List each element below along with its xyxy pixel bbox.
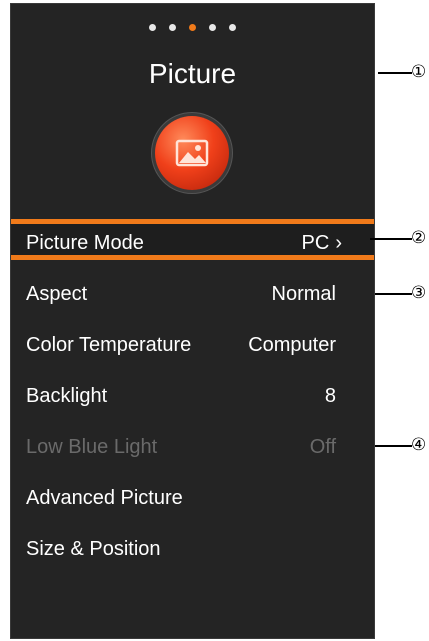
chevron-right-icon: ›: [335, 232, 342, 254]
menu-item-value: 8: [324, 385, 336, 407]
menu-item-value: Off: [309, 436, 336, 458]
page-dot-4[interactable]: [209, 24, 216, 31]
callout-number-3: ③: [411, 283, 427, 303]
menu-item-aspect[interactable]: Aspect Normal: [11, 270, 374, 321]
menu-item-picture-mode[interactable]: Picture Mode PC ›: [11, 219, 374, 260]
page-dot-3-active[interactable]: [189, 24, 196, 31]
manual-figure: Picture Picture Mode PC › Aspect Normal C…: [0, 0, 429, 641]
menu-item-label: Advanced Picture: [26, 487, 183, 509]
page-dot-5[interactable]: [229, 24, 236, 31]
callout-number-1: ①: [411, 62, 427, 82]
callout-line-4: [375, 445, 412, 447]
menu-item-size-position[interactable]: Size & Position: [11, 525, 374, 576]
menu-item-color-temperature[interactable]: Color Temperature Computer: [11, 321, 374, 372]
picture-mode-value: PC: [301, 232, 330, 254]
menu-item-label: Aspect: [26, 283, 88, 305]
menu-item-label: Size & Position: [26, 538, 161, 560]
menu-item-label: Backlight: [26, 385, 108, 407]
picture-glyph-icon: [175, 139, 209, 167]
callout-number-4: ④: [411, 435, 427, 455]
callout-line-2: [370, 238, 412, 240]
picture-settings-panel: Picture Picture Mode PC › Aspect Normal C…: [10, 3, 375, 639]
panel-title: Picture: [148, 58, 237, 89]
menu-item-label: Color Temperature: [26, 334, 192, 356]
settings-menu: Picture Mode PC › Aspect Normal Color Tem…: [11, 219, 374, 576]
page-dot-2[interactable]: [169, 24, 176, 31]
menu-item-backlight[interactable]: Backlight 8: [11, 372, 374, 423]
page-indicator: [11, 24, 374, 31]
page-dot-1[interactable]: [149, 24, 156, 31]
menu-item-value: PC ›: [302, 232, 342, 255]
menu-item-value: Normal: [271, 283, 336, 305]
picture-icon: [155, 116, 229, 190]
menu-item-value: Computer: [248, 334, 336, 356]
callout-line-3: [375, 293, 412, 295]
menu-item-low-blue-light: Low Blue Light Off: [11, 423, 374, 474]
callout-line-1: [378, 72, 412, 74]
callout-number-2: ②: [411, 228, 427, 248]
menu-item-label: Picture Mode: [26, 232, 144, 254]
menu-item-label: Low Blue Light: [26, 436, 158, 458]
menu-item-advanced-picture[interactable]: Advanced Picture: [11, 474, 374, 525]
